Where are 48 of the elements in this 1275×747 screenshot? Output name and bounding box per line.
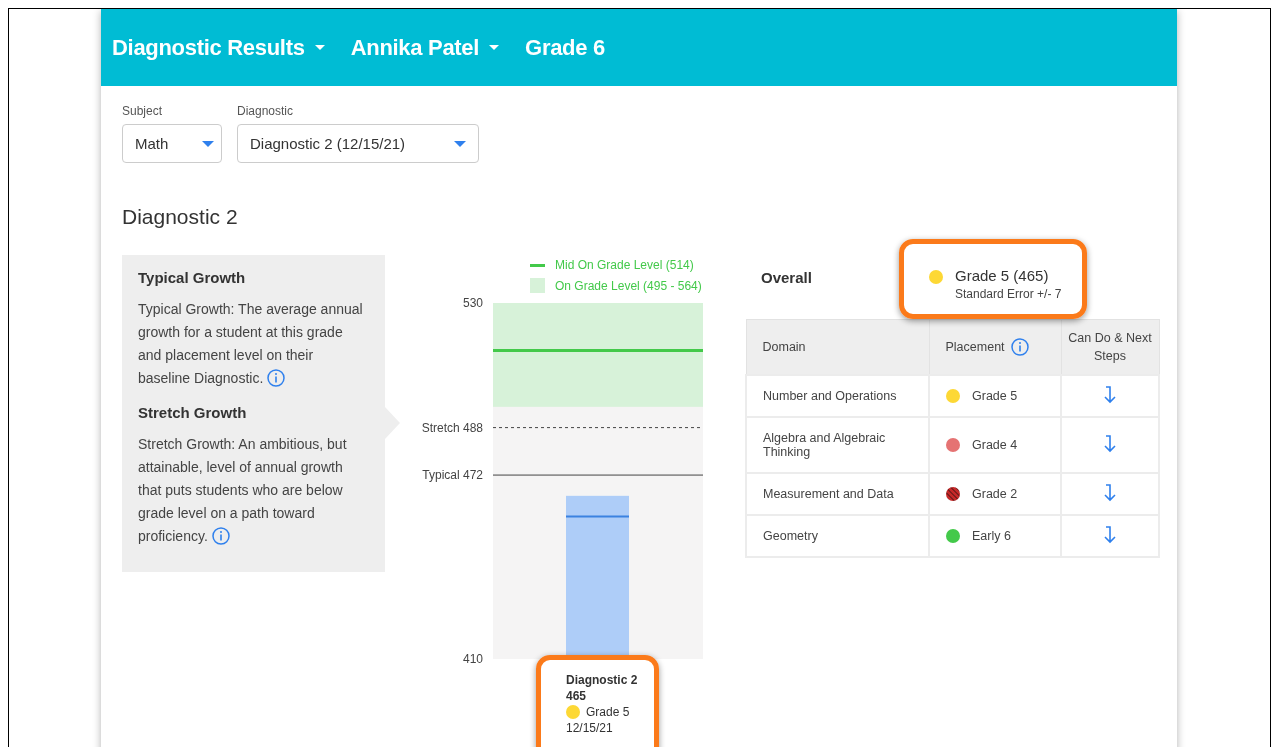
bar-label-placement: Grade 5 <box>586 704 630 720</box>
field-label: Diagnostic <box>237 104 295 118</box>
table-cell: Measurement and Data <box>746 473 929 515</box>
bar-label-title: Diagnostic 2 <box>566 672 639 688</box>
axis-tick-label: 410 <box>462 652 483 664</box>
header-menu[interactable]: Annika Patel <box>350 34 500 61</box>
reference-line-label: Typical 472 <box>422 468 483 483</box>
info-icon[interactable] <box>1010 338 1029 356</box>
down-arrow-icon[interactable] <box>1103 384 1117 405</box>
select-field[interactable]: Math <box>122 124 222 163</box>
header-menu[interactable]: Diagnostic Results <box>112 34 325 61</box>
standard-error: Standard Error +/- 7 <box>955 287 1062 301</box>
caret-icon <box>202 140 215 147</box>
table-cell: Algebra and Algebraic Thinking <box>746 417 929 473</box>
legend-item: On Grade Level (495 - 564) <box>530 278 702 293</box>
column-header: Domain <box>746 319 929 375</box>
section-title: Diagnostic 2 <box>122 205 239 229</box>
overall-label: Overall <box>761 269 813 286</box>
info-heading: Stretch Growth <box>138 404 248 421</box>
legend-item: Mid On Grade Level (514) <box>530 259 694 272</box>
header-menu[interactable]: Grade 6 <box>525 34 605 61</box>
bar-label-date: 12/15/21 <box>566 720 614 736</box>
legend-label: Mid On Grade Level (514) <box>555 258 694 272</box>
column-header: Placement <box>945 340 1005 354</box>
reference-line-label: Stretch 488 <box>421 420 483 435</box>
axis-tick-label: 530 <box>462 296 483 310</box>
bar-marker-line <box>565 515 630 518</box>
table-cell: Grade 5 <box>972 389 1018 403</box>
down-arrow-icon[interactable] <box>1103 524 1117 545</box>
table-cell: Grade 4 <box>972 438 1018 452</box>
table-cell: Grade 2 <box>972 487 1018 501</box>
down-arrow-icon[interactable] <box>1103 433 1117 454</box>
down-arrow-icon[interactable] <box>1103 482 1117 503</box>
info-text: Typical Growth: The average annual growth for a student at this grade and placement level on their baseline Diagnostic. <box>138 300 364 389</box>
table-cell: Geometry <box>746 515 929 557</box>
field-label: Subject <box>122 104 164 118</box>
select-field[interactable]: Diagnostic 2 (12/15/21) <box>237 124 479 163</box>
info-text: Stretch Growth: An ambitious, but attainable, level of annual growth that puts students who are below grade level on a path toward proficiency. <box>138 435 348 547</box>
info-icon[interactable] <box>211 527 230 545</box>
bar-label-score: 465 <box>566 688 588 704</box>
info-heading: Typical Growth <box>138 269 247 286</box>
info-icon[interactable] <box>267 369 286 387</box>
overall-placement: Grade 5 (465) <box>955 267 1050 284</box>
column-header: Can Do & Next Steps <box>1061 319 1159 375</box>
table-cell: Early 6 <box>972 529 1011 543</box>
legend-label: On Grade Level (495 - 564) <box>555 279 702 293</box>
caret-icon <box>454 140 466 147</box>
table-cell: Number and Operations <box>746 375 929 417</box>
